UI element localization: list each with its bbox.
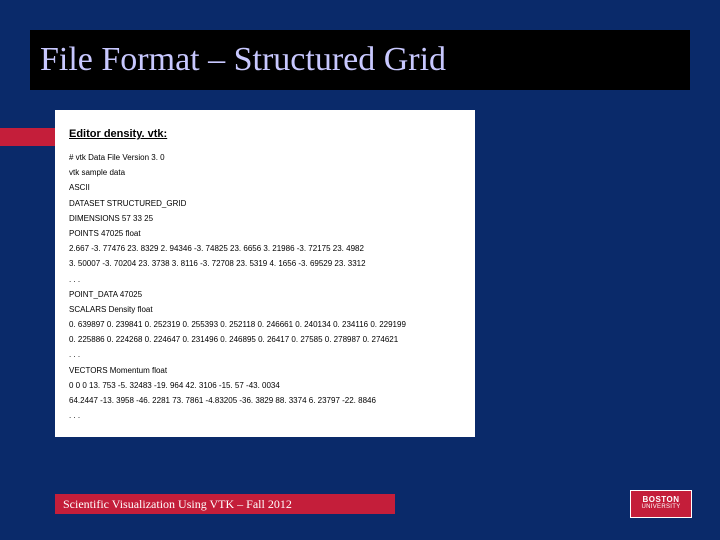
logo-line1: BOSTON [642,496,679,504]
file-line: # vtk Data File Version 3. 0 [69,150,461,165]
title-bar: File Format – Structured Grid [30,30,690,90]
file-line: POINT_DATA 47025 [69,287,461,302]
logo-line2: UNIVERSITY [641,504,680,511]
file-content-box: Editor density. vtk: # vtk Data File Ver… [55,110,475,437]
file-line: 2.667 -3. 77476 23. 8329 2. 94346 -3. 74… [69,241,461,256]
file-line: . . . [69,408,461,423]
file-line: 64.2447 -13. 3958 -46. 2281 73. 7861 -4.… [69,393,461,408]
accent-bar [0,128,55,146]
file-line: DATASET STRUCTURED_GRID [69,196,461,211]
file-line: ASCII [69,180,461,195]
footer-bar: Scientific Visualization Using VTK – Fal… [55,494,395,514]
bu-logo: BOSTON UNIVERSITY [630,490,692,518]
file-line: POINTS 47025 float [69,226,461,241]
file-line: . . . [69,347,461,362]
file-line: . . . [69,272,461,287]
file-heading: Editor density. vtk: [69,128,461,140]
footer-text: Scientific Visualization Using VTK – Fal… [63,497,292,512]
file-line: SCALARS Density float [69,302,461,317]
file-line: 0. 639897 0. 239841 0. 252319 0. 255393 … [69,317,461,332]
file-lines: # vtk Data File Version 3. 0vtk sample d… [69,150,461,423]
slide-title: File Format – Structured Grid [40,41,446,79]
file-line: vtk sample data [69,165,461,180]
file-line: 0 0 0 13. 753 -5. 32483 -19. 964 42. 310… [69,378,461,393]
file-line: 0. 225886 0. 224268 0. 224647 0. 231496 … [69,332,461,347]
file-line: VECTORS Momentum float [69,363,461,378]
file-line: 3. 50007 -3. 70204 23. 3738 3. 8116 -3. … [69,256,461,271]
file-line: DIMENSIONS 57 33 25 [69,211,461,226]
